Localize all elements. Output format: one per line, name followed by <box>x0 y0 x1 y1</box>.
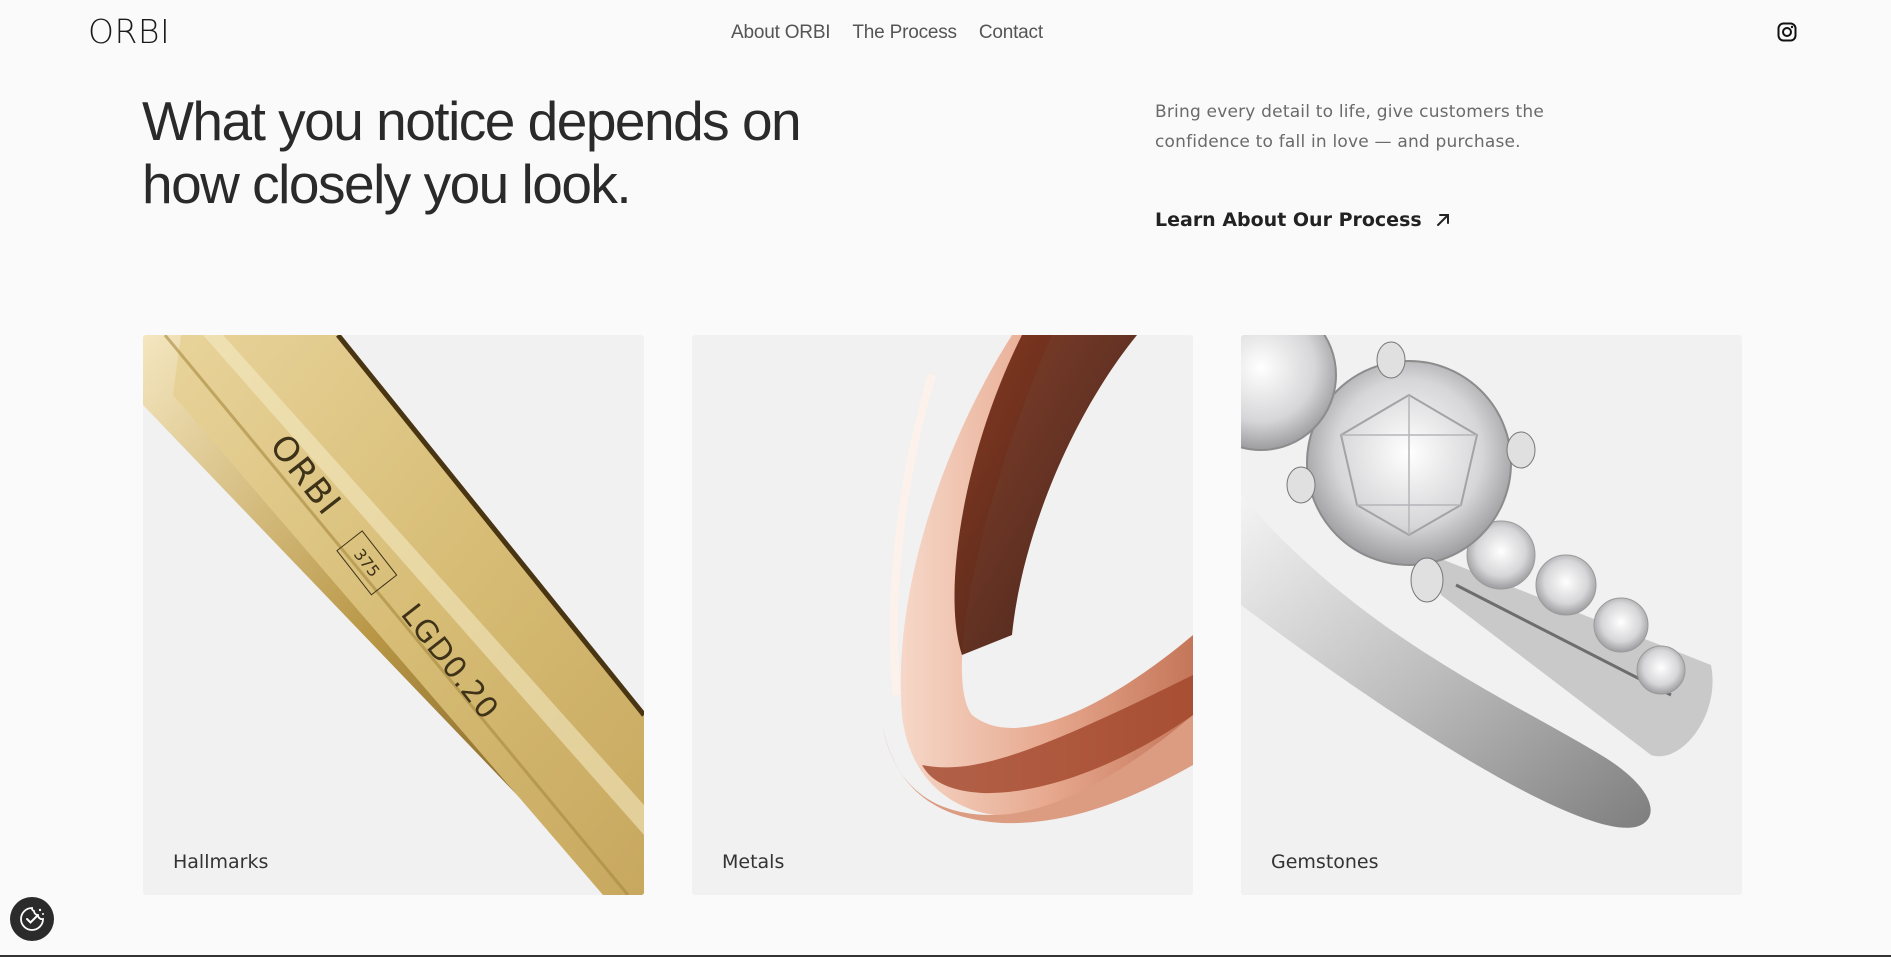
cookie-consent-icon <box>20 907 44 931</box>
diamond-ring-image <box>1241 335 1713 828</box>
card-gemstones[interactable]: Gemstones <box>1241 335 1742 895</box>
headline-line-2: how closely you look. <box>142 153 632 215</box>
nav-about[interactable]: About ORBI <box>731 22 831 44</box>
nav-process[interactable]: The Process <box>852 22 957 44</box>
engraving-karat: 375 <box>349 544 384 581</box>
rose-gold-ring-image <box>882 335 1193 824</box>
learn-process-label: Learn About Our Process <box>1155 209 1422 231</box>
instagram-icon[interactable] <box>1777 22 1797 42</box>
arrow-up-right-icon <box>1436 214 1449 226</box>
headline-line-1: What you notice depends on <box>142 90 802 152</box>
learn-process-link[interactable]: Learn About Our Process <box>1155 209 1452 231</box>
card-hallmarks[interactable]: ORBI 375 LGD0.20 Hallmarks <box>143 335 644 895</box>
card-label-metals: Metals <box>722 851 785 873</box>
nav-contact[interactable]: Contact <box>979 22 1043 44</box>
cookie-consent-button[interactable] <box>10 897 54 941</box>
hero-headline: What you notice depends on how closely y… <box>142 90 802 216</box>
main-nav: About ORBI The Process Contact <box>731 22 1043 44</box>
hero-subtitle: Bring every detail to life, give custome… <box>1155 102 1544 152</box>
card-metals[interactable]: Metals <box>692 335 1193 895</box>
card-label-gemstones: Gemstones <box>1271 851 1379 873</box>
site-header: ORBI About ORBI The Process Contact <box>0 0 1891 66</box>
card-label-hallmarks: Hallmarks <box>173 851 269 873</box>
brand-logo[interactable]: ORBI <box>88 12 170 51</box>
